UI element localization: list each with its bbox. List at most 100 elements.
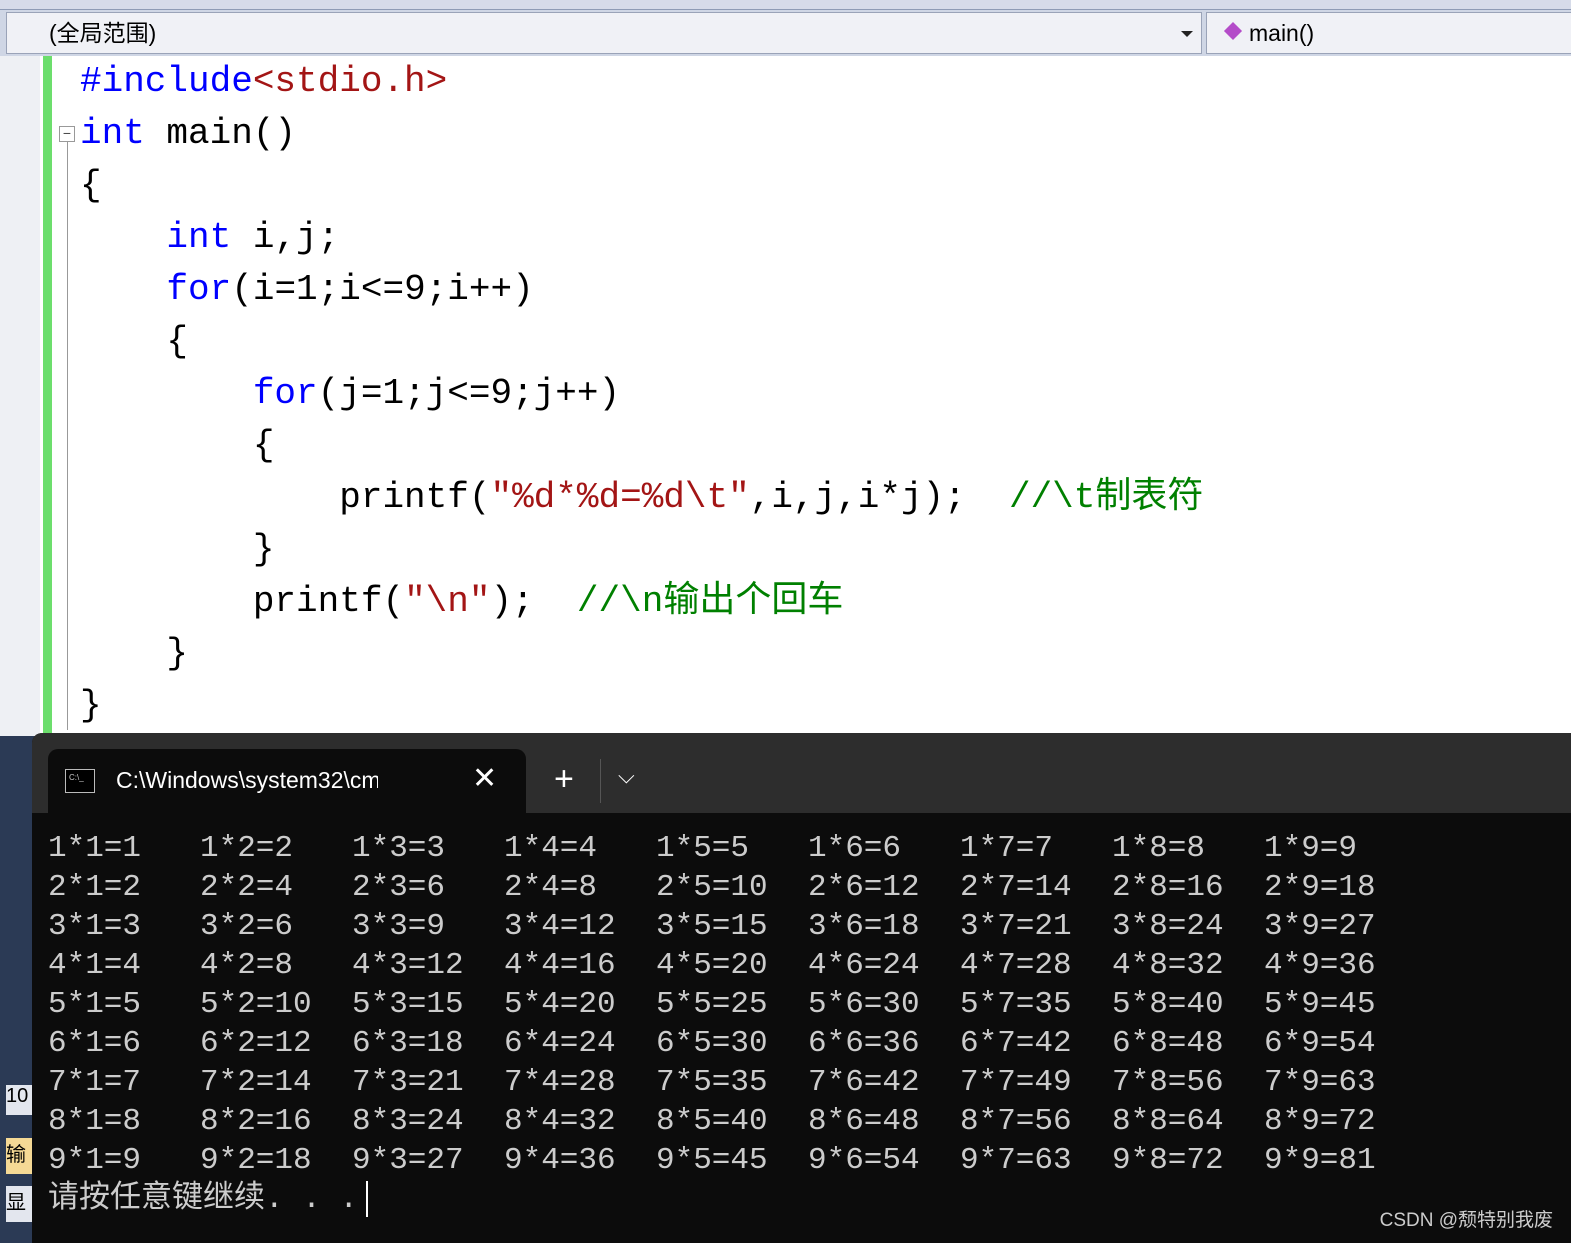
scope-label: (全局范围) (49, 20, 157, 46)
output-row: 9*1=9 9*2=18 9*3=27 9*4=36 9*5=45 9*6=54 9*7=6… (48, 1141, 1416, 1180)
code-token: #include (80, 61, 253, 102)
output-cell: 4*9=36 (1264, 948, 1376, 983)
output-cell: 6*6=36 (808, 1026, 920, 1061)
output-cell: 6*9=54 (1264, 1026, 1376, 1061)
output-cell: 8*3=24 (352, 1104, 464, 1139)
output-cell: 7*5=35 (656, 1065, 768, 1100)
output-cell: 1*3=3 (352, 831, 446, 866)
code-line: { (80, 316, 188, 368)
code-token: <stdio.h> (252, 61, 448, 102)
code-token: int (166, 217, 232, 258)
output-cell: 1*4=4 (504, 831, 598, 866)
output-cell: 3*2=6 (200, 909, 294, 944)
close-tab-icon[interactable]: ✕ (472, 761, 497, 796)
show-output-label: 显 (6, 1186, 32, 1222)
output-cell: 7*3=21 (352, 1065, 464, 1100)
output-cell: 1*7=7 (960, 831, 1054, 866)
output-cell: 5*6=30 (808, 987, 920, 1022)
function-cube-icon (1223, 21, 1243, 41)
show-label: 显 (6, 1192, 26, 1214)
navigation-bar: (全局范围) main() (0, 10, 1571, 56)
output-cell: 2*7=14 (960, 870, 1072, 905)
output-row: 1*1=1 1*2=2 1*3=3 1*4=4 1*5=5 1*6=6 1*7=7 1*8=8… (48, 829, 1416, 868)
output-cell: 9*5=45 (656, 1143, 768, 1178)
output-cell: 3*5=15 (656, 909, 768, 944)
top-strip (0, 0, 1571, 10)
output-cell: 9*9=81 (1264, 1143, 1376, 1178)
code-line: printf("%d*%d=%d\t",i,j,i*j); //\t制表符 (80, 472, 1203, 524)
output-row: 6*1=6 6*2=12 6*3=18 6*4=24 6*5=30 6*6=36 6*7=4… (48, 1024, 1416, 1063)
output-cell: 3*1=3 (48, 909, 142, 944)
output-cell: 2*8=16 (1112, 870, 1224, 905)
code-line: } (80, 524, 275, 576)
code-token: } (80, 685, 102, 726)
code-token: ,i,j,i*j); (749, 477, 1009, 518)
code-token: printf( (80, 477, 491, 518)
code-token: int (80, 113, 145, 154)
watermark: CSDN @颓特别我废 (1379, 1210, 1553, 1231)
terminal-output: 1*1=1 1*2=2 1*3=3 1*4=4 1*5=5 1*6=6 1*7=7 1*8=8… (48, 829, 1416, 1220)
output-cell: 1*5=5 (656, 831, 750, 866)
output-cell: 9*4=36 (504, 1143, 616, 1178)
output-cell: 1*2=2 (200, 831, 294, 866)
code-line: { (80, 420, 275, 472)
output-cell: 1*1=1 (48, 831, 142, 866)
code-token: main() (144, 113, 297, 154)
terminal-tab[interactable]: C:\_ C:\Windows\system32\cmd.exe ✕ (48, 749, 526, 813)
output-cell: 4*4=16 (504, 948, 616, 983)
terminal-window: C:\_ C:\Windows\system32\cmd.exe ✕ + ⌵ 1… (32, 733, 1571, 1243)
code-line: int i,j; (80, 212, 339, 264)
output-cell: 8*2=16 (200, 1104, 312, 1139)
code-token: for (166, 269, 232, 310)
editor-gutter (0, 56, 40, 736)
code-token: i,j; (231, 217, 340, 258)
output-cell: 7*7=49 (960, 1065, 1072, 1100)
output-cell: 1*6=6 (808, 831, 902, 866)
code-token: { (80, 425, 275, 466)
output-cell: 5*1=5 (48, 987, 142, 1022)
output-cell: 1*8=8 (1112, 831, 1206, 866)
code-line: #include<stdio.h> (80, 56, 447, 108)
output-cell: 3*3=9 (352, 909, 446, 944)
code-token: "%d*%d=%d\t" (490, 477, 750, 518)
output-row: 4*1=4 4*2=8 4*3=12 4*4=16 4*5=20 4*6=24 4*7=28… (48, 946, 1416, 985)
output-cell: 6*1=6 (48, 1026, 142, 1061)
scope-dropdown[interactable]: (全局范围) (6, 12, 1202, 54)
output-cell: 2*2=4 (200, 870, 294, 905)
output-cell: 9*8=72 (1112, 1143, 1224, 1178)
output-cell: 5*7=35 (960, 987, 1072, 1022)
output-cell: 7*8=56 (1112, 1065, 1224, 1100)
output-cell: 6*5=30 (656, 1026, 768, 1061)
output-tab[interactable]: 输 (6, 1138, 32, 1174)
output-cell: 9*2=18 (200, 1143, 312, 1178)
code-line: for(j=1;j<=9;j++) (80, 368, 620, 420)
tab-title: C:\Windows\system32\cmd.exe (116, 767, 378, 793)
function-dropdown[interactable]: main() (1206, 12, 1571, 54)
code-token: printf( (80, 581, 405, 622)
output-cell: 2*5=10 (656, 870, 768, 905)
code-editor[interactable]: − #include<stdio.h> int main(){ int i,j; … (0, 56, 1571, 736)
code-token: //\n输出个回车 (576, 581, 844, 622)
code-token: { (80, 165, 102, 206)
chevron-down-icon[interactable] (1181, 31, 1193, 37)
new-tab-button[interactable]: + (554, 759, 574, 799)
code-token: } (80, 529, 275, 570)
outline-line (67, 140, 68, 730)
output-cell: 6*4=24 (504, 1026, 616, 1061)
output-cell: 8*5=40 (656, 1104, 768, 1139)
code-token: (i=1;i<=9;i++) (231, 269, 534, 310)
code-line: int main() (80, 108, 296, 160)
collapse-icon[interactable]: − (59, 126, 75, 142)
output-cell: 3*7=21 (960, 909, 1072, 944)
output-cell: 8*8=64 (1112, 1104, 1224, 1139)
output-cell: 5*9=45 (1264, 987, 1376, 1022)
output-cell: 7*1=7 (48, 1065, 142, 1100)
output-cell: 5*2=10 (200, 987, 312, 1022)
code-token: //\t制表符 (1008, 477, 1204, 518)
tab-dropdown-chevron-icon[interactable]: ⌵ (618, 763, 635, 789)
divider (600, 759, 601, 803)
prompt-text: 请按任意键继续. . . (48, 1182, 359, 1217)
code-token: for (252, 373, 318, 414)
